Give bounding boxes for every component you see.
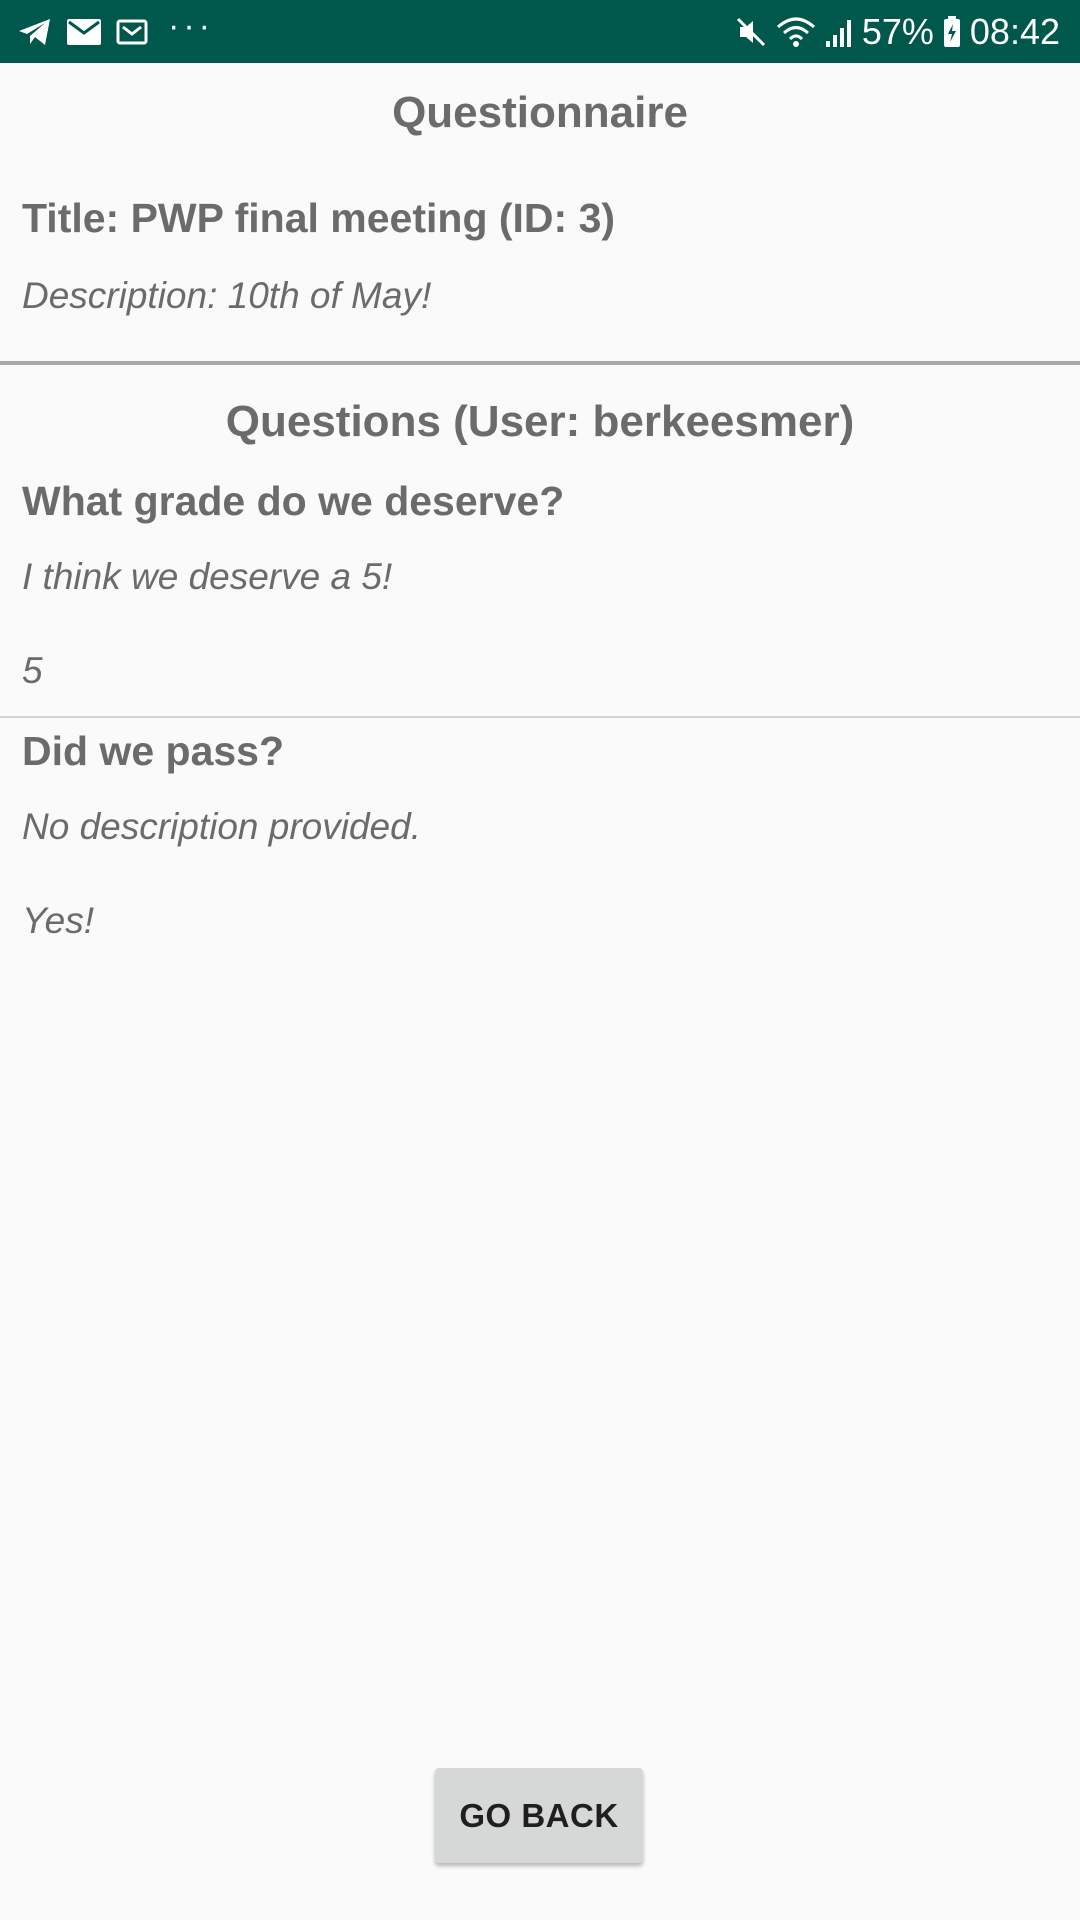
mail-icon (116, 18, 148, 46)
wifi-icon (776, 15, 816, 49)
signal-icon (824, 15, 854, 49)
telegram-icon (18, 17, 52, 47)
section-divider (0, 361, 1080, 365)
battery-percentage: 57% (861, 10, 934, 52)
question-text: Did we pass? (22, 728, 285, 774)
mail-icon (66, 18, 102, 46)
question-description: No description provided. (22, 806, 421, 847)
question-answer: 5 (22, 650, 43, 691)
question-divider (0, 716, 1080, 718)
status-bar-system: 57% 08:42 (734, 0, 1060, 63)
page-title: Questionnaire (392, 88, 688, 137)
more-dots-icon: ··· (168, 6, 214, 45)
mute-icon (734, 15, 768, 49)
battery-icon (942, 15, 962, 49)
clock: 08:42 (969, 10, 1060, 52)
question-text: What grade do we deserve? (22, 478, 565, 524)
questions-header: Questions (User: berkeesmer) (225, 397, 855, 446)
question-description: I think we deserve a 5! (22, 556, 393, 597)
questionnaire-title: Title: PWP final meeting (ID: 3) (22, 195, 616, 241)
status-bar: ··· 57% 08:42 (0, 0, 1080, 63)
status-bar-notifications: ··· (18, 0, 214, 63)
go-back-button[interactable]: GO BACK (435, 1768, 643, 1863)
question-answer: Yes! (22, 900, 94, 941)
questionnaire-description: Description: 10th of May! (22, 275, 432, 316)
